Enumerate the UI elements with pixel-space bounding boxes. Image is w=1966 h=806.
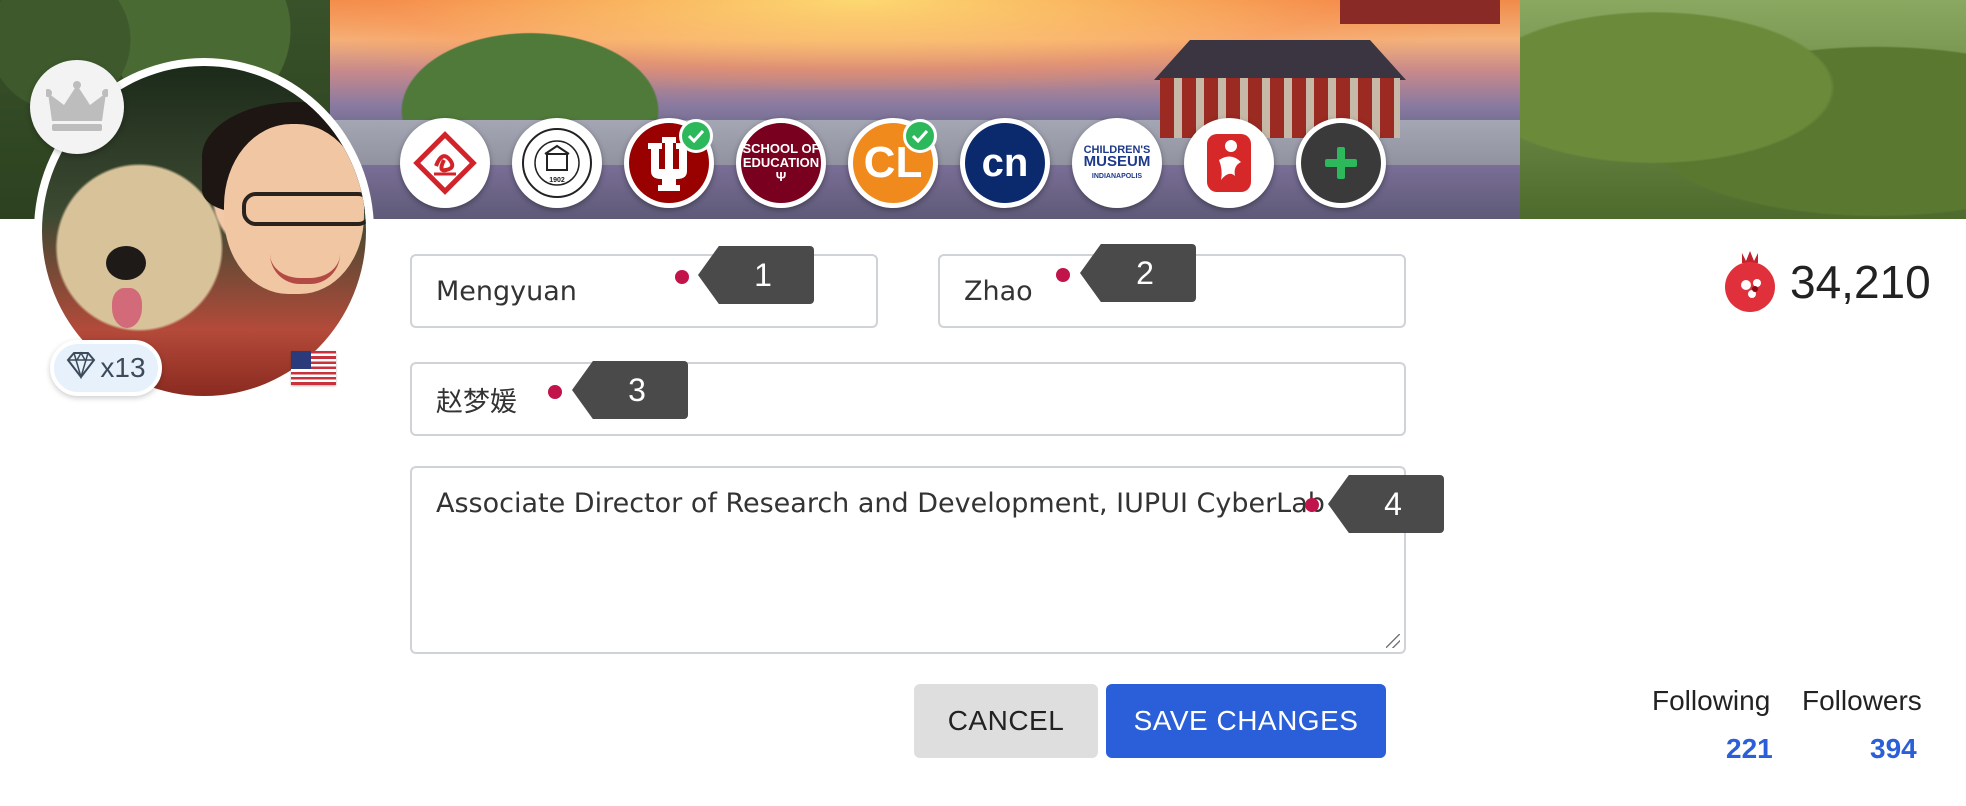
first-name-value: Mengyuan [436, 275, 577, 307]
callout-1: 1 [698, 246, 814, 304]
diamond-count: x13 [100, 352, 146, 383]
beijing-normal-university-badge[interactable]: 1902 [512, 118, 602, 208]
us-flag-icon [291, 351, 336, 385]
cyberlab-badge[interactable]: CL [848, 118, 938, 208]
resize-handle-icon[interactable] [1386, 634, 1400, 648]
following-count[interactable]: 221 [1726, 733, 1773, 765]
callout-2: 2 [1080, 244, 1196, 302]
last-name-value: Zhao [964, 275, 1033, 307]
crown-icon [30, 60, 124, 154]
required-indicator [675, 270, 689, 284]
points-display: 34,210 [1722, 248, 1931, 316]
add-badge-button[interactable] [1296, 118, 1386, 208]
plus-icon [1325, 147, 1357, 179]
verified-check-icon [679, 119, 713, 153]
diamond-logo-badge[interactable] [400, 118, 490, 208]
points-value: 34,210 [1790, 256, 1931, 308]
required-indicator [548, 385, 562, 399]
cn-badge[interactable]: cn [960, 118, 1050, 208]
svg-text:1902: 1902 [549, 177, 565, 184]
following-label: Following [1652, 685, 1771, 716]
pomegranate-icon [1722, 247, 1778, 318]
beijing-olympics-badge[interactable] [1184, 118, 1274, 208]
verified-check-icon [903, 119, 937, 153]
diamond-count-badge: x13 [50, 340, 162, 396]
followers-label: Followers [1802, 685, 1922, 716]
followers-count[interactable]: 394 [1870, 733, 1917, 765]
childrens-museum-badge[interactable]: CHILDREN'S MUSEUM INDIANAPOLIS [1072, 118, 1162, 208]
diamond-icon [66, 350, 96, 386]
school-of-education-badge[interactable]: SCHOOL OF EDUCATION Ψ [736, 118, 826, 208]
indiana-university-badge[interactable] [624, 118, 714, 208]
title-textarea[interactable]: Associate Director of Research and Devel… [410, 466, 1406, 654]
native-name-value: 赵梦媛 [436, 386, 517, 418]
save-changes-button[interactable]: SAVE CHANGES [1106, 684, 1386, 758]
required-indicator [1305, 498, 1319, 512]
badge-row: 1902 SCHOOL OF EDUCATION Ψ CL cn CHILDREN'… [400, 118, 1386, 214]
native-name-field[interactable]: 赵梦媛 [410, 362, 1406, 436]
required-indicator [1056, 268, 1070, 282]
callout-3: 3 [572, 361, 688, 419]
callout-4: 4 [1328, 475, 1444, 533]
title-value: Associate Director of Research and Devel… [436, 488, 1325, 519]
cancel-button[interactable]: CANCEL [914, 684, 1098, 758]
